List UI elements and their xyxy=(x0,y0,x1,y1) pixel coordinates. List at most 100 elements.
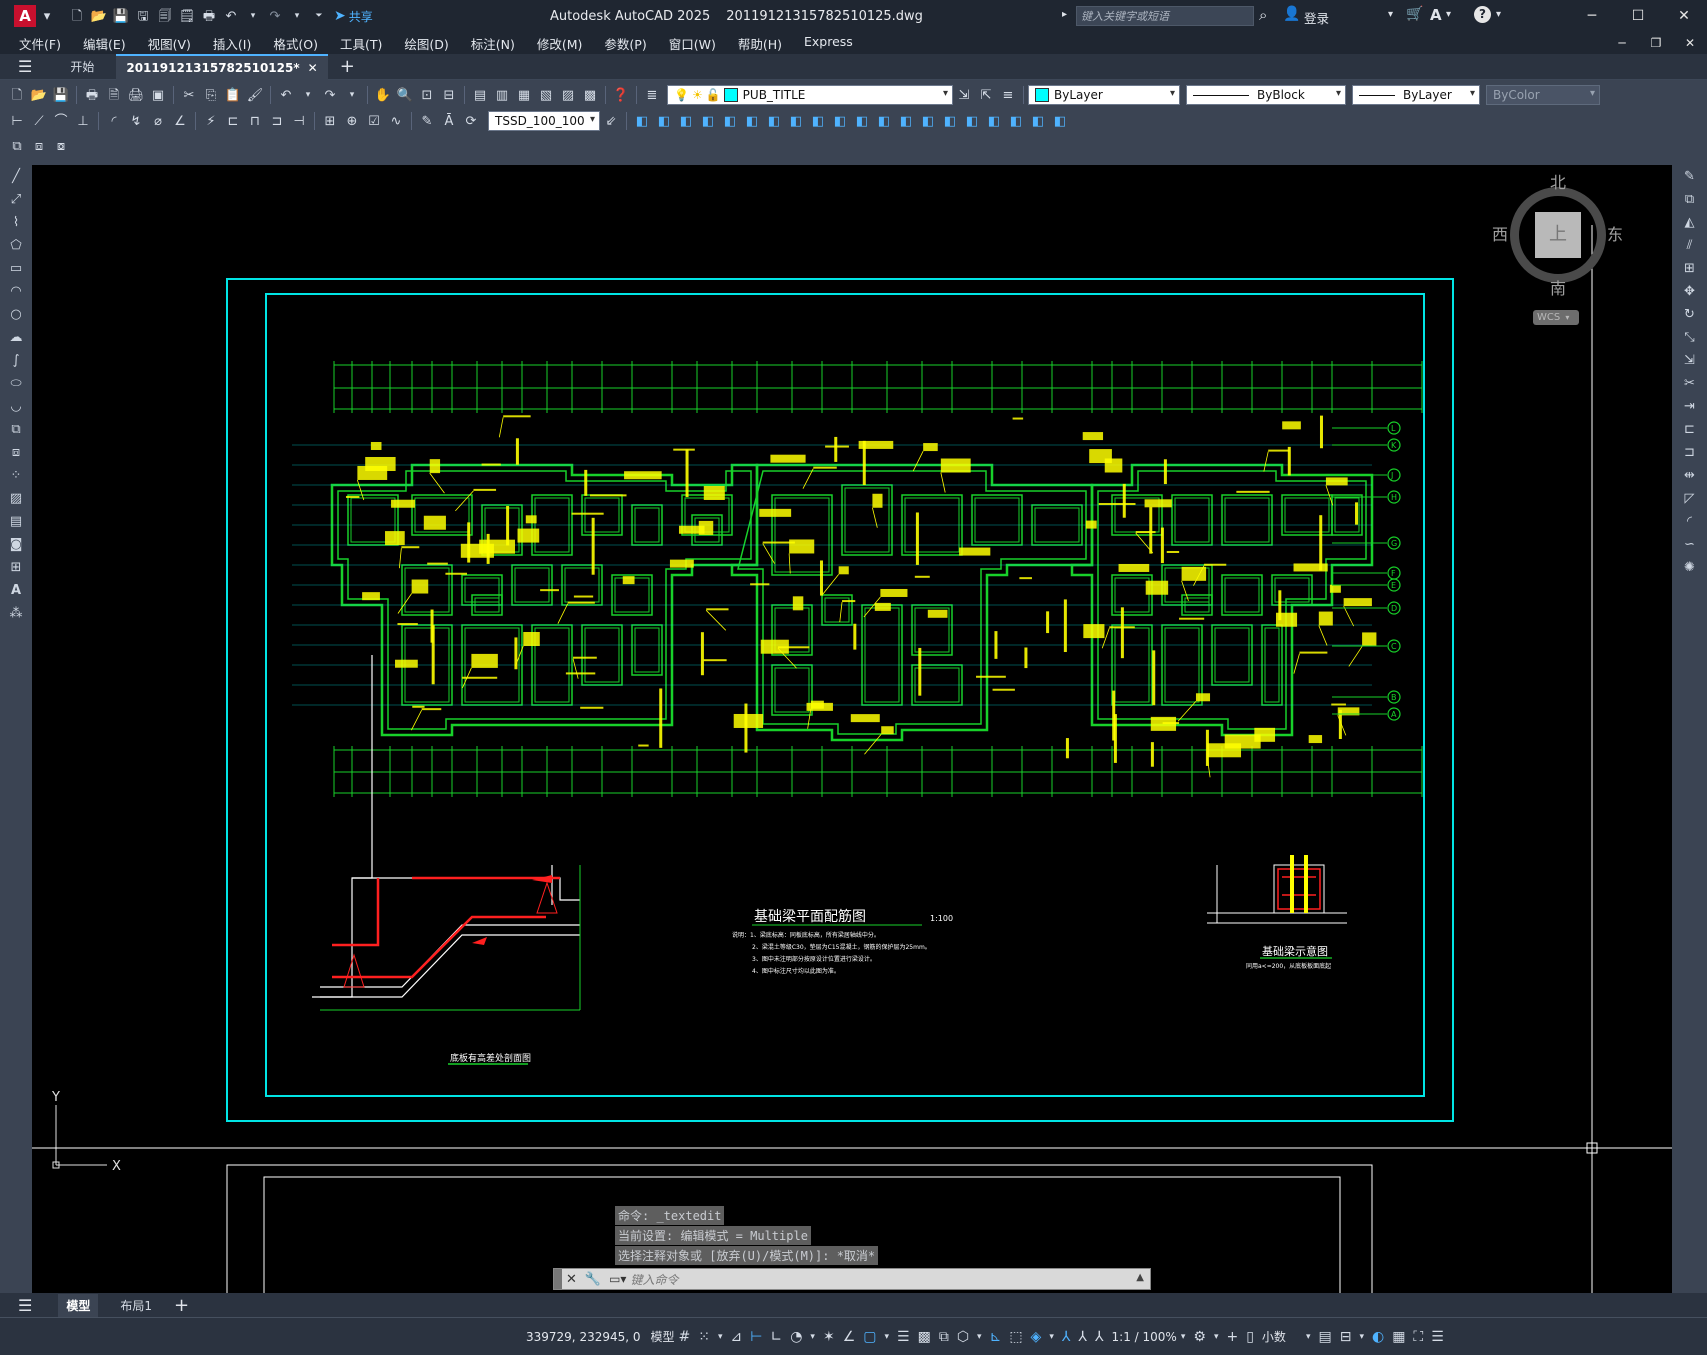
3d-osnap-dropdown-icon[interactable]: ▾ xyxy=(977,1332,982,1342)
command-close-icon[interactable]: ✕ xyxy=(566,1272,577,1287)
move-icon[interactable]: ✥ xyxy=(1681,283,1699,301)
menu-item[interactable]: 视图(V) xyxy=(137,34,202,53)
publish-icon[interactable]: 🖨 xyxy=(127,86,145,104)
design-center-icon[interactable]: ▥ xyxy=(493,86,511,104)
dim-linear-icon[interactable]: ⊢ xyxy=(8,112,26,130)
send-back-icon[interactable]: ◧ xyxy=(831,112,849,130)
measure-icon[interactable]: ◧ xyxy=(699,112,717,130)
web-open-icon[interactable]: 🗐 xyxy=(156,7,174,25)
graphics-performance-icon[interactable]: ▦ xyxy=(1392,1329,1405,1345)
menu-item[interactable]: 帮助(H) xyxy=(727,34,793,53)
copy-object-icon[interactable]: ⧉ xyxy=(1681,191,1699,209)
open-file-icon[interactable]: 📂 xyxy=(90,7,108,25)
circle-icon[interactable]: ○ xyxy=(7,306,25,324)
coordinates-readout[interactable]: 339729, 232945, 0 xyxy=(526,1330,641,1344)
lineweight-icon[interactable]: ☰ xyxy=(897,1329,910,1345)
command-line[interactable]: ✕ 🔧 ▭▾ 键入命令 ▲ xyxy=(553,1268,1151,1290)
redo-icon[interactable]: ↷ xyxy=(266,7,284,25)
trim-icon[interactable]: ✂ xyxy=(1681,375,1699,393)
doc-restore-icon[interactable]: ❐ xyxy=(1639,36,1673,50)
sheet-set-icon[interactable]: ▧ xyxy=(537,86,555,104)
line-icon[interactable]: ╱ xyxy=(7,168,25,186)
xref-icon[interactable]: ◧ xyxy=(985,112,1003,130)
new-tab-icon[interactable]: + xyxy=(340,56,355,77)
center-mark-icon[interactable]: ⊕ xyxy=(343,112,361,130)
select-similar-icon[interactable]: ◧ xyxy=(919,112,937,130)
dim-arc-icon[interactable]: ⌒ xyxy=(52,112,70,130)
user-icon[interactable]: 👤 xyxy=(1283,6,1300,22)
regen-icon[interactable]: ◧ xyxy=(1051,112,1069,130)
snap-dropdown-icon[interactable]: ▾ xyxy=(718,1332,723,1342)
purge-icon[interactable]: ◧ xyxy=(765,112,783,130)
tab-start[interactable]: 开始 xyxy=(62,58,102,75)
tool-palettes-icon[interactable]: ▦ xyxy=(515,86,533,104)
share-button[interactable]: ➤ 共享 xyxy=(334,8,373,25)
annotation-scale-value[interactable]: 1:1 / 100% xyxy=(1112,1330,1177,1344)
layer-state-icon[interactable]: ≡ xyxy=(999,86,1017,104)
quick-dim-icon[interactable]: ⚡ xyxy=(202,112,220,130)
clean-screen-icon[interactable]: ⛶ xyxy=(1413,1329,1423,1345)
isodraft-icon[interactable]: ✶ xyxy=(823,1329,835,1345)
workspace-dropdown-icon[interactable]: ▾ xyxy=(1214,1332,1219,1342)
rectangle-icon[interactable]: ▭ xyxy=(7,260,25,278)
image-icon[interactable]: ◧ xyxy=(1007,112,1025,130)
break-at-point-icon[interactable]: ⊏ xyxy=(1681,421,1699,439)
autodesk-account-icon[interactable]: A xyxy=(1430,6,1442,24)
units-icon[interactable]: ▯ xyxy=(1246,1329,1254,1345)
viewcube[interactable]: 上 北 南 西 东 WCS ▾ xyxy=(1482,165,1632,345)
zoom-realtime-icon[interactable]: 🔍 xyxy=(396,86,414,104)
command-scroll-up-icon[interactable]: ▲ xyxy=(1136,1272,1144,1283)
menu-item[interactable]: 插入(I) xyxy=(202,34,262,53)
help-toolbar-icon[interactable]: ❓ xyxy=(612,86,630,104)
search-expand-icon[interactable]: ▸ xyxy=(1062,9,1067,20)
layout-icon[interactable]: ◧ xyxy=(1029,112,1047,130)
maximize-icon[interactable]: ☐ xyxy=(1615,8,1661,24)
3d-osnap-icon[interactable]: ⬡ xyxy=(957,1329,969,1345)
align-icon[interactable]: ◧ xyxy=(633,112,651,130)
layer-dropdown[interactable]: 💡 ☀ 🔓 PUB_TITLE ▾ xyxy=(667,85,953,105)
color-dropdown[interactable]: ByLayer ▾ xyxy=(1028,85,1180,105)
viewcube-west[interactable]: 西 xyxy=(1492,221,1508,245)
command-customize-icon[interactable]: 🔧 xyxy=(585,1272,601,1287)
chamfer-icon[interactable]: ◸ xyxy=(1681,490,1699,508)
viewcube-north[interactable]: 北 xyxy=(1550,169,1566,193)
units-value[interactable]: 小数 xyxy=(1262,1328,1286,1345)
erase-icon[interactable]: ✎ xyxy=(1681,168,1699,186)
copy-icon[interactable]: ⎘ xyxy=(202,86,220,104)
dim-update-icon[interactable]: ⟳ xyxy=(462,112,480,130)
viewcube-south[interactable]: 南 xyxy=(1550,275,1566,299)
help-dropdown-icon[interactable]: ▾ xyxy=(1496,9,1501,20)
dim-radius-icon[interactable]: ◜ xyxy=(105,112,123,130)
save-as-icon[interactable]: 🖫 xyxy=(134,7,152,25)
lineweight-dropdown[interactable]: ByLayer ▾ xyxy=(1352,85,1480,105)
close-icon[interactable]: ✕ xyxy=(1661,8,1707,24)
dim-style-manager-icon[interactable]: ⇙ xyxy=(602,112,620,130)
save-icon[interactable]: 💾 xyxy=(112,7,130,25)
annotation-visibility-icon[interactable]: ⅄ xyxy=(1062,1329,1071,1345)
explode-blue-icon[interactable]: ◧ xyxy=(743,112,761,130)
units-dropdown-icon[interactable]: ▾ xyxy=(1306,1332,1311,1342)
construction-line-icon[interactable]: ⤢ xyxy=(7,191,25,209)
help-icon[interactable]: ? xyxy=(1474,6,1491,23)
transparency-icon[interactable]: ▩ xyxy=(918,1329,931,1345)
workspace-icon[interactable]: ⚙ xyxy=(1193,1329,1206,1345)
ungroup-icon[interactable]: ◧ xyxy=(875,112,893,130)
mirror-icon[interactable]: ◭ xyxy=(1681,214,1699,232)
viewcube-east[interactable]: 东 xyxy=(1607,221,1623,245)
auto-scale-icon[interactable]: ⅄ xyxy=(1078,1329,1087,1345)
group-icon[interactable]: ◧ xyxy=(853,112,871,130)
tab-active-drawing[interactable]: 20119121315782510125* ✕ xyxy=(116,53,328,80)
block-editor-icon[interactable]: ⧉ xyxy=(8,137,26,155)
fillet-icon[interactable]: ◜ xyxy=(1681,513,1699,531)
markup-icon[interactable]: ▨ xyxy=(559,86,577,104)
annotation-monitor-icon[interactable]: + xyxy=(1226,1329,1238,1345)
menu-item[interactable]: 绘图(D) xyxy=(393,34,459,53)
refedit-icon[interactable]: ◧ xyxy=(963,112,981,130)
stretch-icon[interactable]: ⇲ xyxy=(1681,352,1699,370)
jogged-linear-icon[interactable]: ∿ xyxy=(387,112,405,130)
dim-continue-icon[interactable]: ⊓ xyxy=(246,112,264,130)
dim-diameter-icon[interactable]: ⌀ xyxy=(149,112,167,130)
isolate-objects-icon[interactable]: ◐ xyxy=(1372,1329,1384,1345)
tab-close-icon[interactable]: ✕ xyxy=(308,61,318,75)
new-file-icon[interactable]: 🗋 xyxy=(68,7,86,25)
